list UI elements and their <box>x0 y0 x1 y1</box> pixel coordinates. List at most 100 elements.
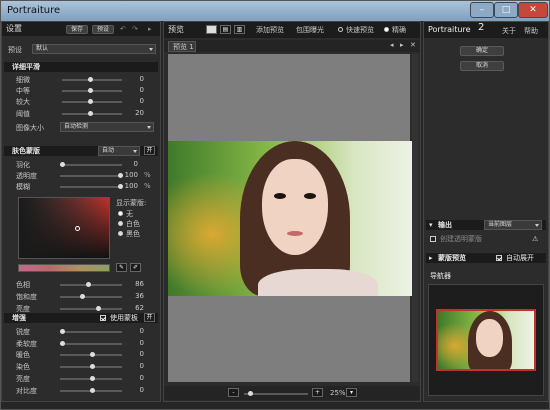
mask-preview-section-header[interactable]: ▸ 蒙版预览 自动展开 <box>426 253 546 263</box>
output-label: 输出 <box>438 221 452 229</box>
radio-black[interactable] <box>118 231 123 236</box>
slider-value: 0 <box>139 362 144 370</box>
add-preview-button[interactable]: 添加预览 <box>256 25 284 35</box>
slider-knob[interactable] <box>60 341 65 346</box>
eyedropper-icon[interactable]: ✎ <box>116 263 127 272</box>
slider-knob[interactable] <box>90 376 95 381</box>
split-horizontal-icon[interactable]: ▤ <box>220 25 231 34</box>
mask-mode-dropdown[interactable]: 自动 <box>98 146 140 156</box>
clip-button[interactable]: 包围曝光 <box>296 25 324 35</box>
ok-button[interactable]: 确定 <box>460 46 504 56</box>
single-view-icon[interactable] <box>206 25 217 34</box>
slider-track[interactable] <box>60 186 122 188</box>
minimize-button[interactable]: – <box>470 2 494 18</box>
create-mask-label: 创建透明蒙版 <box>440 235 482 243</box>
slider-unit: % <box>144 171 151 179</box>
image-size-dropdown[interactable]: 自动检测 <box>60 122 154 132</box>
slider-knob[interactable] <box>88 99 93 104</box>
zoom-bar: - + 25% ▾ <box>164 386 420 400</box>
mask-toggle-button[interactable]: 开 <box>144 146 155 155</box>
slider-track[interactable] <box>60 296 122 298</box>
mask-section-header[interactable]: 肤色蒙版 自动 开 <box>4 146 158 156</box>
slider-value: 36 <box>135 292 144 300</box>
slider-knob[interactable] <box>90 364 95 369</box>
slider-knob[interactable] <box>60 162 65 167</box>
tab-next-icon[interactable]: ▸ <box>400 40 404 50</box>
brand-header: Portraiture 2 关于 帮助 <box>424 22 548 38</box>
preview-canvas[interactable] <box>168 54 415 382</box>
settings-title: 设置 <box>6 24 22 33</box>
split-vertical-icon[interactable]: ▥ <box>234 25 245 34</box>
preview-vscroll[interactable] <box>412 54 418 382</box>
enhance-section-header[interactable]: 增强 使用蒙板 开 <box>4 313 158 323</box>
preset-dropdown-value: 默认 <box>36 45 49 52</box>
color-picker-swatch[interactable] <box>18 197 110 259</box>
auto-expand-checkbox[interactable] <box>496 255 502 261</box>
precise-radio[interactable] <box>384 27 389 32</box>
about-link[interactable]: 关于 <box>502 26 516 36</box>
slider-track[interactable] <box>60 308 122 310</box>
tab-prev-icon[interactable]: ◂ <box>390 40 394 50</box>
eye-right <box>304 193 316 199</box>
cancel-button[interactable]: 取消 <box>460 61 504 71</box>
slider-track[interactable] <box>60 164 122 166</box>
slider-label: 中等 <box>16 87 30 95</box>
radio-white[interactable] <box>118 221 123 226</box>
slider-track[interactable] <box>60 175 122 177</box>
slider-track[interactable] <box>60 331 122 333</box>
slider-label: 饱和度 <box>16 293 37 301</box>
slider-knob[interactable] <box>96 306 101 311</box>
redo-icon[interactable]: ↷ <box>132 24 138 34</box>
zoom-slider-knob[interactable] <box>248 391 253 396</box>
preview-panel: 预览 ▤ ▥ 添加预览 包围曝光 快速预览 精确 预览 1 ◂ ▸ ✕ - + … <box>163 21 421 402</box>
fast-preview-label: 快速预览 <box>346 26 374 34</box>
slider-track[interactable] <box>60 284 122 286</box>
slider-value: 0 <box>139 327 144 335</box>
close-button[interactable]: ✕ <box>518 2 548 18</box>
slider-knob[interactable] <box>90 388 95 393</box>
preset-button[interactable]: 预设 <box>92 25 114 34</box>
image-size-value: 自动检测 <box>64 123 89 130</box>
image-size-label: 图像大小 <box>16 124 44 132</box>
navigator-box[interactable] <box>428 284 544 396</box>
slider-knob[interactable] <box>88 77 93 82</box>
zoom-level[interactable]: 25% <box>330 388 346 398</box>
output-dropdown[interactable]: 当前图层 <box>484 220 542 230</box>
create-mask-checkbox[interactable] <box>430 236 436 242</box>
tab-preview-1[interactable]: 预览 1 <box>168 41 196 52</box>
slider-knob[interactable] <box>80 294 85 299</box>
menu-arrow-icon[interactable]: ▸ <box>148 24 152 34</box>
fast-preview-radio[interactable] <box>338 27 343 32</box>
preset-dropdown[interactable]: 默认 <box>32 44 156 54</box>
enhance-toggle-button[interactable]: 开 <box>144 313 155 322</box>
color-picker-cursor[interactable] <box>75 226 80 231</box>
zoom-dropdown-icon[interactable]: ▾ <box>346 388 357 397</box>
slider-knob[interactable] <box>90 352 95 357</box>
hue-strip[interactable] <box>18 264 110 272</box>
slider-knob[interactable] <box>86 282 91 287</box>
zoom-slider-track[interactable] <box>244 393 308 395</box>
eyedropper-minus-icon[interactable]: ✐ <box>130 263 141 272</box>
undo-icon[interactable]: ↶ <box>120 24 126 34</box>
maximize-button[interactable]: □ <box>494 2 518 18</box>
slider-knob[interactable] <box>88 111 93 116</box>
output-section-header[interactable]: ▾ 输出 当前图层 <box>426 220 546 230</box>
save-button[interactable]: 保存 <box>66 25 88 34</box>
title-bar[interactable]: Portraiture – □ ✕ <box>1 1 549 21</box>
preview-image[interactable] <box>168 141 415 296</box>
detail-section-header[interactable]: 详细平滑 <box>4 62 158 72</box>
use-mask-checkbox[interactable] <box>100 315 106 321</box>
help-link[interactable]: 帮助 <box>524 26 538 36</box>
tab-close-icon[interactable]: ✕ <box>410 40 416 50</box>
navigator-thumbnail[interactable] <box>436 309 536 371</box>
zoom-out-button[interactable]: - <box>228 388 239 397</box>
radio-none[interactable] <box>118 211 123 216</box>
slider-knob[interactable] <box>60 329 65 334</box>
slider-track[interactable] <box>60 343 122 345</box>
shoulder <box>258 269 378 296</box>
mask-section-title: 肤色蒙版 <box>12 147 40 155</box>
slider-knob[interactable] <box>88 88 93 93</box>
zoom-in-button[interactable]: + <box>312 388 323 397</box>
window-title: Portraiture <box>7 5 61 16</box>
warning-icon: ⚠ <box>532 235 539 243</box>
